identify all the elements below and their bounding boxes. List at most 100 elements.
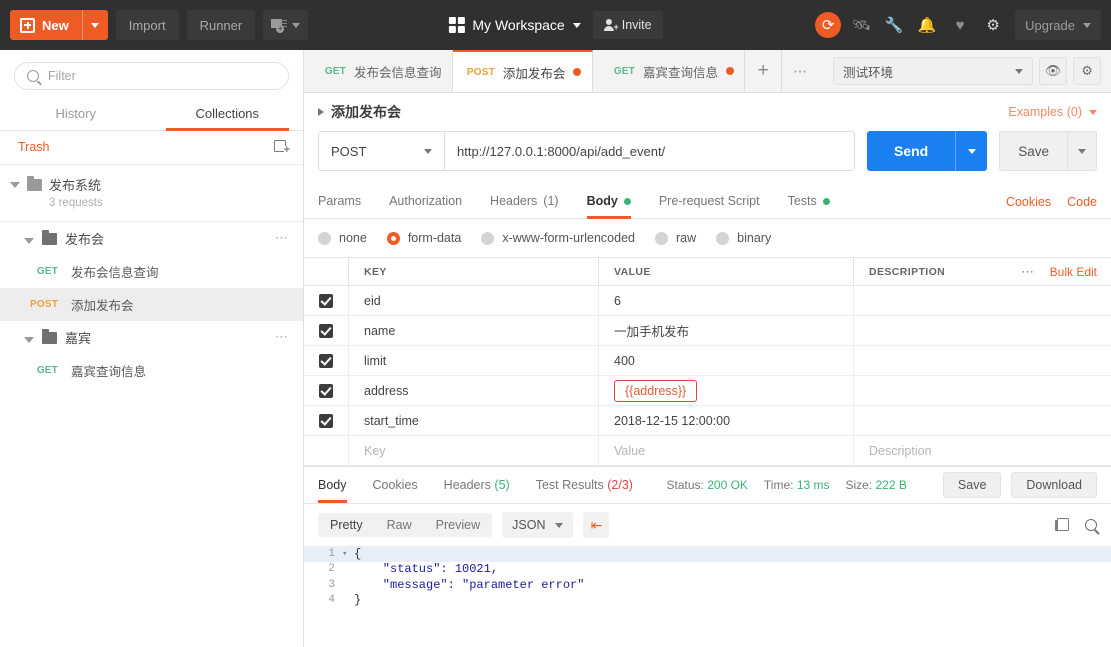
row-value-cell[interactable]: 一加手机发布 xyxy=(599,316,854,345)
cookies-link[interactable]: Cookies xyxy=(1006,195,1051,209)
response-body-code[interactable]: 1 ▾ { 2 "status": 10021, 3 "message": "p… xyxy=(304,546,1111,647)
wrench-button[interactable]: 🔧 xyxy=(879,10,909,40)
checkbox-icon[interactable] xyxy=(319,383,333,398)
row-value-cell[interactable]: 6 xyxy=(599,286,854,315)
new-window-button[interactable]: + xyxy=(263,10,309,40)
workspace-selector[interactable]: My Workspace xyxy=(448,17,581,33)
row-key-cell[interactable]: limit xyxy=(349,346,599,375)
method-select[interactable]: POST xyxy=(318,131,444,171)
sync-button[interactable]: ⟳ xyxy=(813,10,843,40)
row-value-cell[interactable]: 2018-12-15 12:00:00 xyxy=(599,406,854,435)
row-description-cell[interactable] xyxy=(854,286,1111,315)
new-button[interactable]: New xyxy=(10,10,108,40)
environment-select[interactable]: 测试环境 xyxy=(833,57,1034,85)
tab-get-jiabin-info[interactable]: GET 嘉宾查询信息 xyxy=(592,50,746,92)
body-type-form-data[interactable]: form-data xyxy=(386,231,461,245)
body-type-none[interactable]: none xyxy=(318,231,367,245)
checkbox-icon[interactable] xyxy=(319,353,333,368)
sidebar-tab-history[interactable]: History xyxy=(0,98,152,130)
environment-quicklook-button[interactable]: 👁 xyxy=(1039,57,1068,85)
trash-link[interactable]: Trash xyxy=(18,140,50,154)
body-type-raw[interactable]: raw xyxy=(655,231,696,245)
runner-button[interactable]: Runner xyxy=(186,10,256,40)
new-tab-button[interactable]: + xyxy=(745,50,783,92)
sidebar-request-post-add-event[interactable]: POST 添加发布会 xyxy=(0,287,303,321)
tab-headers[interactable]: Headers (1) xyxy=(476,185,573,218)
row-checkbox-cell[interactable] xyxy=(304,316,349,345)
checkbox-icon[interactable] xyxy=(319,293,333,308)
tab-params[interactable]: Params xyxy=(318,185,375,218)
chevron-down-icon[interactable] xyxy=(10,182,20,188)
import-button[interactable]: Import xyxy=(115,10,179,40)
filter-box[interactable] xyxy=(14,62,289,90)
sidebar-request-get-fabuhui-info[interactable]: GET 发布会信息查询 xyxy=(0,255,303,288)
bulk-edit-link[interactable]: Bulk Edit xyxy=(1050,265,1097,279)
row-key-cell[interactable]: start_time xyxy=(349,406,599,435)
row-value-cell[interactable]: Value xyxy=(599,436,854,465)
wrap-lines-button[interactable]: ⇤ xyxy=(583,512,610,538)
row-description-cell[interactable] xyxy=(854,346,1111,375)
tab-post-add-event[interactable]: POST 添加发布会 xyxy=(452,50,593,92)
collection-root[interactable]: 发布系统 3 requests xyxy=(0,165,303,222)
body-type-urlencoded[interactable]: x-www-form-urlencoded xyxy=(481,231,635,245)
sidebar-folder-fabuhui[interactable]: 发布会 ⋯ xyxy=(0,222,303,255)
chevron-right-icon[interactable] xyxy=(318,108,324,116)
copy-icon[interactable] xyxy=(1055,518,1069,532)
response-tab-body[interactable]: Body xyxy=(318,469,360,503)
sidebar-tab-collections[interactable]: Collections xyxy=(152,98,304,131)
folder-more-icon[interactable]: ⋯ xyxy=(275,329,289,345)
folder-more-icon[interactable]: ⋯ xyxy=(275,230,289,246)
code-link[interactable]: Code xyxy=(1067,195,1097,209)
row-description-cell[interactable] xyxy=(854,406,1111,435)
table-row[interactable]: eid 6 xyxy=(304,286,1111,316)
view-mode-raw[interactable]: Raw xyxy=(374,513,424,537)
save-dropdown[interactable] xyxy=(1067,131,1097,171)
response-tab-test-results[interactable]: Test Results (2/3) xyxy=(523,469,646,502)
new-button-main[interactable]: New xyxy=(10,10,82,40)
response-format-select[interactable]: JSON xyxy=(502,512,574,538)
sidebar-request-get-jiabin-info[interactable]: GET 嘉宾查询信息 xyxy=(0,354,303,387)
row-checkbox-cell[interactable] xyxy=(304,286,349,315)
send-button[interactable]: Send xyxy=(866,131,956,171)
tab-authorization[interactable]: Authorization xyxy=(375,185,476,218)
row-description-cell[interactable]: Description xyxy=(854,436,1111,465)
search-icon[interactable] xyxy=(1085,519,1097,531)
url-input[interactable] xyxy=(444,131,855,171)
send-dropdown[interactable] xyxy=(955,131,988,171)
search-input[interactable] xyxy=(48,69,276,83)
table-row[interactable]: name 一加手机发布 xyxy=(304,316,1111,346)
row-key-cell[interactable]: address xyxy=(349,376,599,405)
checkbox-icon[interactable] xyxy=(319,323,333,338)
row-key-cell[interactable]: eid xyxy=(349,286,599,315)
tab-get-fabuhui-info[interactable]: GET 发布会信息查询 xyxy=(304,50,453,92)
table-row[interactable]: limit 400 xyxy=(304,346,1111,376)
table-row[interactable]: start_time 2018-12-15 12:00:00 xyxy=(304,406,1111,436)
row-checkbox-cell[interactable] xyxy=(304,346,349,375)
row-key-cell[interactable]: Key xyxy=(349,436,599,465)
tab-body[interactable]: Body xyxy=(573,185,645,219)
tab-tests[interactable]: Tests xyxy=(774,185,844,218)
notifications-button[interactable]: 🔔 xyxy=(912,10,942,40)
body-type-binary[interactable]: binary xyxy=(716,231,771,245)
chevron-down-icon[interactable] xyxy=(24,237,34,244)
invite-button[interactable]: + Invite xyxy=(592,11,663,39)
environment-settings-button[interactable]: ⚙ xyxy=(1073,57,1102,85)
favorites-button[interactable]: ♥ xyxy=(945,10,975,40)
fold-icon[interactable]: ▾ xyxy=(342,549,354,559)
upgrade-button[interactable]: Upgrade xyxy=(1015,10,1101,40)
view-mode-pretty[interactable]: Pretty xyxy=(318,513,375,537)
response-save-button[interactable]: Save xyxy=(942,472,1002,498)
row-description-cell[interactable] xyxy=(854,316,1111,345)
response-download-button[interactable]: Download xyxy=(1011,472,1097,498)
tab-options-icon[interactable]: ⋯ xyxy=(782,50,819,92)
table-row[interactable]: address {{address}} xyxy=(304,376,1111,406)
table-empty-row[interactable]: Key Value Description xyxy=(304,436,1111,466)
row-checkbox-cell[interactable] xyxy=(304,376,349,405)
table-more-icon[interactable]: ⋯ xyxy=(1021,264,1036,280)
row-key-cell[interactable]: name xyxy=(349,316,599,345)
checkbox-icon[interactable] xyxy=(319,413,333,428)
response-tab-headers[interactable]: Headers (5) xyxy=(431,469,523,502)
row-value-cell[interactable]: {{address}} xyxy=(599,376,854,405)
row-checkbox-cell[interactable] xyxy=(304,406,349,435)
row-description-cell[interactable] xyxy=(854,376,1111,405)
